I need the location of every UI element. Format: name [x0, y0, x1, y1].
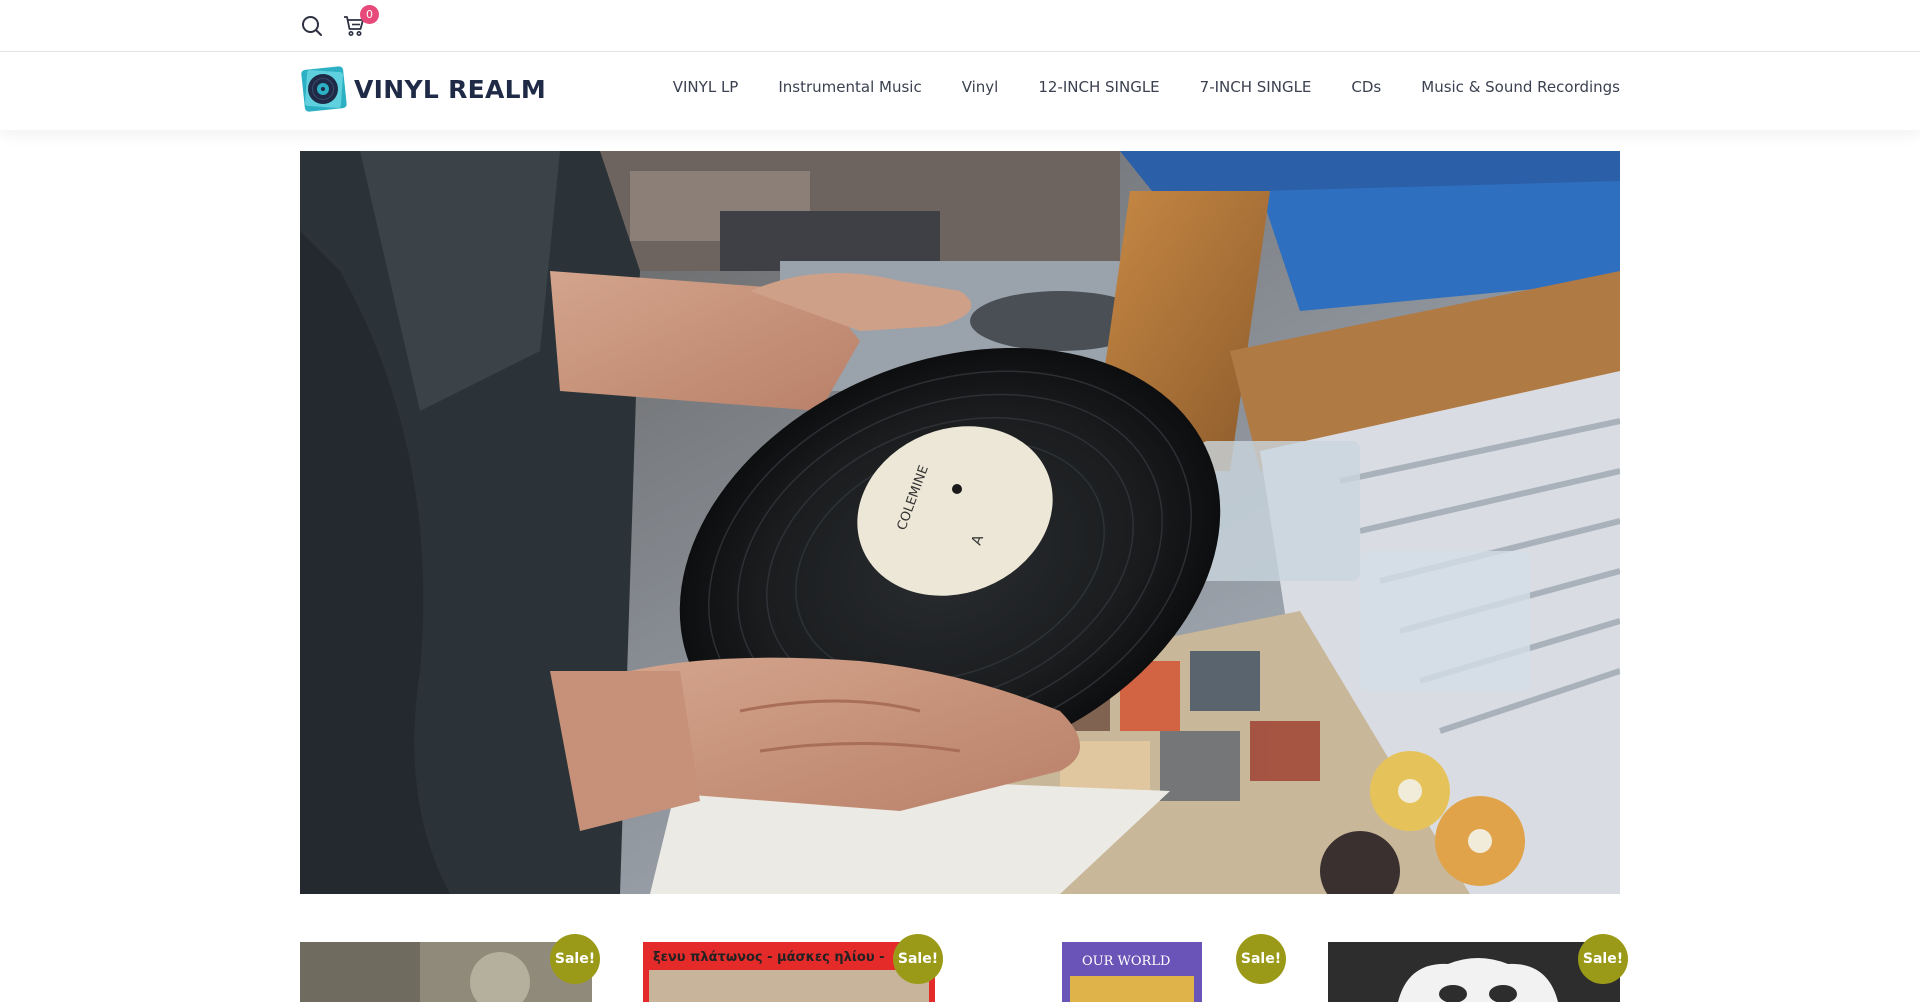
cart-button[interactable]: 0	[342, 5, 379, 38]
search-icon[interactable]	[300, 14, 324, 38]
top-utility-bar: 0	[0, 0, 1920, 52]
cart-count-badge: 0	[360, 5, 379, 24]
hero-illustration: COLEMINE A	[300, 151, 1620, 894]
product-image	[1328, 942, 1620, 1002]
nav-item-cds[interactable]: CDs	[1351, 78, 1381, 96]
product-card-2[interactable]: ξενυ πλάτωνος - μάσκες ηλίου -	[643, 942, 935, 1002]
sale-badge-2: Sale!	[893, 934, 943, 984]
nav-item-music-sound-recordings[interactable]: Music & Sound Recordings	[1421, 78, 1620, 96]
product-cover-text: OUR WORLD	[1082, 954, 1171, 969]
sale-badge-3: Sale!	[1236, 934, 1286, 984]
sale-badge-4: Sale!	[1578, 934, 1628, 984]
logo-text: VINYL REALM	[354, 74, 547, 104]
top-icons: 0	[300, 5, 379, 38]
hero-banner-image: COLEMINE A	[300, 151, 1620, 894]
product-card-1[interactable]	[300, 942, 592, 1002]
product-cover-text: ξενυ πλάτωνος - μάσκες ηλίου -	[653, 950, 885, 965]
site-header: VINYL REALM VINYL LP Instrumental Music …	[0, 52, 1920, 130]
site-logo[interactable]: VINYL REALM	[300, 65, 546, 113]
nav-item-vinyl-lp[interactable]: VINYL LP	[673, 78, 739, 96]
nav-item-12-inch-single[interactable]: 12-INCH SINGLE	[1038, 78, 1159, 96]
main-nav: VINYL LP Instrumental Music Vinyl 12-INC…	[673, 78, 1620, 96]
product-card-3[interactable]: OUR WORLD	[986, 942, 1278, 1002]
sale-badge-1: Sale!	[550, 934, 600, 984]
product-card-4[interactable]	[1328, 942, 1620, 1002]
product-image	[300, 942, 592, 1002]
nav-item-instrumental-music[interactable]: Instrumental Music	[778, 78, 921, 96]
product-grid: Sale! ξενυ πλάτωνος - μάσκες ηλίου - Sal…	[300, 934, 1628, 1002]
vinyl-logo-icon	[301, 66, 347, 112]
nav-item-vinyl[interactable]: Vinyl	[962, 78, 999, 96]
nav-item-7-inch-single[interactable]: 7-INCH SINGLE	[1200, 78, 1312, 96]
product-image	[986, 942, 1278, 1002]
